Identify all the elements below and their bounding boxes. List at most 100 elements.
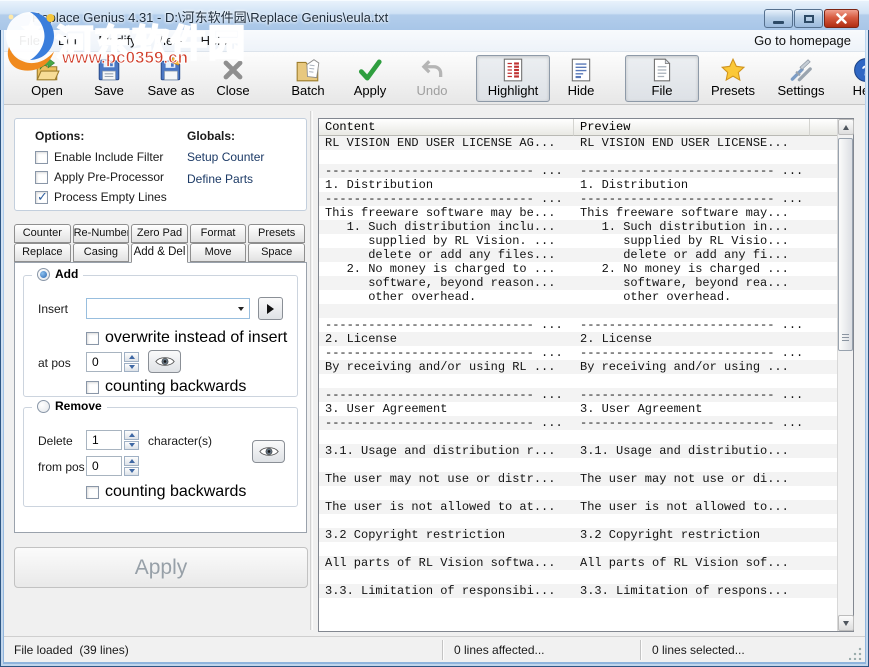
list-row[interactable]: ----------------------------- ... ------… <box>319 192 837 206</box>
delete-count-spinner[interactable] <box>86 430 139 450</box>
toolbar-button-presets[interactable]: Presets <box>699 55 767 102</box>
toolbar-button-save[interactable]: Save <box>78 55 140 102</box>
toolbar-button-save-as[interactable]: Save as <box>140 55 202 102</box>
list-row[interactable] <box>319 486 837 500</box>
list-row[interactable]: other overhead. other overhead. <box>319 290 837 304</box>
toolbar-button-batch[interactable]: Batch <box>277 55 339 102</box>
list-row[interactable]: The user is not allowed to at... The use… <box>319 500 837 514</box>
list-row[interactable]: 1. Such distribution inclu... 1. Such di… <box>319 220 837 234</box>
apply-button[interactable]: Apply <box>14 547 308 588</box>
toolbar-button-close[interactable]: Close <box>202 55 264 102</box>
add-radio[interactable] <box>37 268 50 281</box>
toolbar-button-help[interactable]: ? Help <box>835 55 865 102</box>
list-row[interactable]: 3.3. Limitation of responsibi... 3.3. Li… <box>319 584 837 598</box>
menu-item-view[interactable]: View <box>146 31 192 50</box>
tab-format[interactable]: Format <box>190 224 247 243</box>
list-row[interactable]: ----------------------------- ... ------… <box>319 318 837 332</box>
toolbar-button-apply[interactable]: Apply <box>339 55 401 102</box>
preview-column-header[interactable]: Preview <box>574 119 810 136</box>
list-row[interactable]: software, beyond reason... software, bey… <box>319 276 837 290</box>
list-row[interactable]: By receiving and/or using RL ... By rece… <box>319 360 837 374</box>
scrollbar-thumb[interactable] <box>838 138 853 351</box>
remove-preview-eye-button[interactable] <box>252 440 285 463</box>
go-to-homepage-link[interactable]: Go to homepage <box>746 31 859 50</box>
list-row[interactable]: 3.1. Usage and distribution r... 3.1. Us… <box>319 444 837 458</box>
spin-down-button[interactable] <box>124 441 139 451</box>
spin-up-button[interactable] <box>124 430 139 440</box>
tab-space[interactable]: Space <box>248 243 305 262</box>
menu-item-modify[interactable]: Modify <box>89 31 145 50</box>
list-row[interactable] <box>319 570 837 584</box>
menu-item-edit[interactable]: Edit <box>49 31 89 50</box>
panel-splitter[interactable] <box>310 111 313 630</box>
spin-up-button[interactable] <box>124 456 139 466</box>
list-row[interactable] <box>319 304 837 318</box>
list-row[interactable]: 2. License 2. License <box>319 332 837 346</box>
list-row[interactable]: ----------------------------- ... ------… <box>319 388 837 402</box>
globals-link-setup-counter[interactable]: Setup Counter <box>187 150 264 164</box>
at-pos-spinner[interactable] <box>86 352 139 372</box>
vertical-scrollbar[interactable] <box>837 119 853 631</box>
scroll-down-button[interactable] <box>838 615 854 631</box>
list-row[interactable] <box>319 458 837 472</box>
menu-item-file[interactable]: File <box>10 31 49 50</box>
tab-counter[interactable]: Counter <box>14 224 71 243</box>
list-row[interactable]: RL VISION END USER LICENSE AG... RL VISI… <box>319 136 837 150</box>
close-button[interactable] <box>824 9 859 28</box>
spin-down-button[interactable] <box>124 467 139 477</box>
list-row[interactable] <box>319 598 837 612</box>
lines-list[interactable]: RL VISION END USER LICENSE AG... RL VISI… <box>319 136 837 631</box>
tab-move[interactable]: Move <box>190 243 247 262</box>
add-preview-eye-button[interactable] <box>148 350 181 373</box>
spin-down-button[interactable] <box>124 363 139 373</box>
option-checkbox-apply-pre-processor[interactable]: Apply Pre-Processor <box>35 170 187 184</box>
list-row[interactable]: The user may not use or distr... The use… <box>319 472 837 486</box>
from-pos-spinner[interactable] <box>86 456 139 476</box>
toolbar-button-file[interactable]: File <box>625 55 699 102</box>
tab-add-del[interactable]: Add & Del <box>131 243 188 263</box>
list-row[interactable]: ----------------------------- ... ------… <box>319 416 837 430</box>
toolbar-button-highlight[interactable]: Highlight <box>476 55 550 102</box>
toolbar-button-undo[interactable]: Undo <box>401 55 463 102</box>
list-row[interactable]: This freeware software may be... This fr… <box>319 206 837 220</box>
list-row[interactable] <box>319 430 837 444</box>
maximize-button[interactable] <box>794 9 823 28</box>
option-checkbox-enable-include-filter[interactable]: Enable Include Filter <box>35 150 187 164</box>
at-pos-input[interactable] <box>86 352 122 372</box>
delete-count-input[interactable] <box>86 430 122 450</box>
list-row[interactable]: 3.2 Copyright restriction 3.2 Copyright … <box>319 528 837 542</box>
overwrite-checkbox[interactable]: overwrite instead of insert <box>86 329 287 347</box>
toolbar-button-open[interactable]: Open <box>16 55 78 102</box>
list-row[interactable]: 1. Distribution 1. Distribution <box>319 178 837 192</box>
option-checkbox-process-empty-lines[interactable]: Process Empty Lines <box>35 190 187 204</box>
globals-link-define-parts[interactable]: Define Parts <box>187 172 264 186</box>
add-counting-backwards-checkbox[interactable]: counting backwards <box>86 378 246 396</box>
menu-item-help[interactable]: Help <box>192 31 237 50</box>
list-row[interactable]: All parts of RL Vision softwa... All par… <box>319 556 837 570</box>
list-row[interactable]: 2. No money is charged to ... 2. No mone… <box>319 262 837 276</box>
list-row[interactable]: 3. User Agreement 3. User Agreement <box>319 402 837 416</box>
resize-grip[interactable] <box>849 646 863 660</box>
tab-zero-pad[interactable]: Zero Pad <box>131 224 188 243</box>
tab-replace[interactable]: Replace <box>14 243 71 262</box>
content-column-header[interactable]: Content <box>319 119 574 136</box>
list-row[interactable]: ----------------------------- ... ------… <box>319 164 837 178</box>
list-row[interactable] <box>319 374 837 388</box>
list-row[interactable]: delete or add any files... delete or add… <box>319 248 837 262</box>
from-pos-input[interactable] <box>86 456 122 476</box>
minimize-button[interactable] <box>764 9 793 28</box>
toolbar-button-settings[interactable]: Settings <box>767 55 835 102</box>
tab-casing[interactable]: Casing <box>73 243 130 262</box>
insert-combobox[interactable] <box>86 298 250 319</box>
spin-up-button[interactable] <box>124 352 139 362</box>
remove-counting-backwards-checkbox[interactable]: counting backwards <box>86 483 246 501</box>
insert-input[interactable] <box>87 299 232 318</box>
list-row[interactable]: ----------------------------- ... ------… <box>319 346 837 360</box>
combobox-dropdown-button[interactable] <box>232 299 249 318</box>
insert-expand-button[interactable] <box>258 297 283 320</box>
title-bar[interactable]: Replace Genius 4.31 - D:\河东软件园\Replace G… <box>0 0 869 30</box>
toolbar-button-hide[interactable]: Hide <box>550 55 612 102</box>
tab-presets[interactable]: Presets <box>248 224 305 243</box>
remove-radio[interactable] <box>37 400 50 413</box>
list-row[interactable]: supplied by RL Vision. ... supplied by R… <box>319 234 837 248</box>
